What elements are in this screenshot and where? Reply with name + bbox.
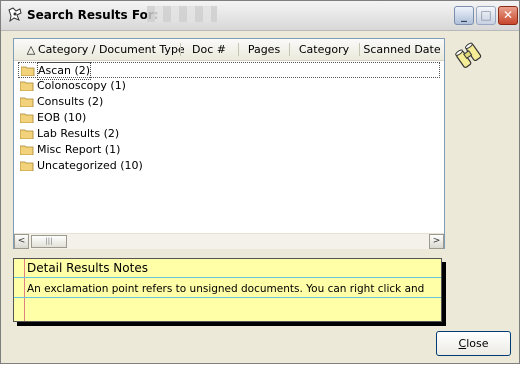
minimize-icon: _ (461, 8, 467, 22)
horizontal-scrollbar[interactable]: < ||| > (14, 233, 444, 249)
sort-ascending-icon: △ (26, 43, 36, 56)
window-title: Search Results For: (27, 8, 159, 22)
list-item-label: Ascan (2) (36, 62, 92, 80)
list-item-label: Consults (2) (37, 95, 104, 108)
folder-icon (20, 145, 34, 155)
column-category[interactable]: Category (290, 39, 358, 60)
list-item[interactable]: Lab Results (2) (18, 126, 442, 142)
notes-title: Detail Results Notes (27, 261, 148, 275)
column-doc-number[interactable]: Doc # (181, 39, 237, 60)
results-tree-list[interactable]: △ Category / Document Type Doc # Pages C… (13, 38, 445, 249)
folder-icon (20, 97, 34, 107)
close-button-label: lose (466, 337, 489, 350)
list-item-label: Colonoscopy (1) (37, 79, 126, 92)
detail-results-notes: Detail Results Notes An exclamation poin… (13, 258, 442, 322)
list-item-label: Uncategorized (10) (37, 159, 143, 172)
minimize-button[interactable]: _ (454, 6, 474, 25)
close-icon: ✕ (502, 8, 514, 22)
list-item[interactable]: Ascan (2) (18, 62, 440, 80)
app-icon (7, 7, 23, 23)
maximize-icon: □ (480, 8, 492, 22)
notes-text: An exclamation point refers to unsigned … (27, 283, 425, 295)
folder-icon (21, 66, 35, 76)
title-bar[interactable]: Search Results For: _ □ ✕ (1, 1, 519, 31)
column-scanned-date[interactable]: Scanned Date (360, 39, 444, 60)
folder-icon (20, 129, 34, 139)
notes-margin-line (24, 259, 25, 321)
notes-rule (14, 277, 441, 278)
close-button[interactable]: Close (436, 331, 511, 356)
close-window-button[interactable]: ✕ (498, 6, 518, 25)
binoculars-icon[interactable] (452, 39, 484, 71)
folder-icon (20, 81, 34, 91)
list-item-label: Misc Report (1) (37, 143, 121, 156)
search-results-window: Search Results For: _ □ ✕ △ Category / D… (0, 0, 520, 364)
list-item[interactable]: Misc Report (1) (18, 142, 442, 158)
list-item-label: Lab Results (2) (37, 127, 120, 140)
redacted-patient-name (147, 6, 217, 22)
notes-rule (14, 297, 441, 298)
tree-rows: Ascan (2) Colonoscopy (1) Consults (2) E… (18, 62, 442, 174)
scroll-thumb[interactable]: ||| (31, 235, 67, 248)
column-pages[interactable]: Pages (239, 39, 289, 60)
folder-icon (20, 113, 34, 123)
scroll-left-button[interactable]: < (14, 234, 29, 249)
column-category-document-type[interactable]: Category / Document Type (38, 39, 185, 60)
maximize-button[interactable]: □ (476, 6, 496, 25)
list-item[interactable]: Uncategorized (10) (18, 158, 442, 174)
list-item[interactable]: Colonoscopy (1) (18, 78, 442, 94)
list-item[interactable]: EOB (10) (18, 110, 442, 126)
list-item[interactable]: Consults (2) (18, 94, 442, 110)
scroll-right-button[interactable]: > (429, 234, 444, 249)
folder-icon (20, 161, 34, 171)
list-item-label: EOB (10) (37, 111, 87, 124)
column-header: △ Category / Document Type Doc # Pages C… (14, 39, 444, 61)
